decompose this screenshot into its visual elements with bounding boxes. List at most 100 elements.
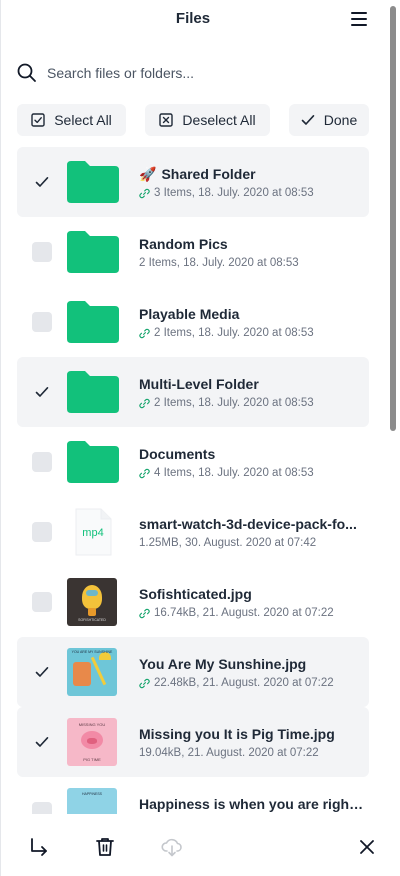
- file-list-item[interactable]: YOU ARE MY SUNSHINE You Are My Sunshine.j…: [17, 637, 369, 707]
- row-checkbox[interactable]: [32, 592, 52, 612]
- folder-icon: [67, 301, 119, 343]
- search-bar: [17, 58, 369, 88]
- move-arrow-icon[interactable]: [28, 836, 50, 858]
- item-name-text: smart-watch-3d-device-pack-fo...: [139, 516, 357, 532]
- item-name-text: Playable Media: [139, 306, 240, 322]
- item-name-text: Sofishticated.jpg: [139, 586, 252, 602]
- item-meta-text: 16.74kB, 21. August. 2020 at 07:22: [154, 607, 334, 619]
- item-name-text: Documents: [139, 446, 216, 462]
- folder-icon: [67, 441, 119, 483]
- row-checkbox[interactable]: [32, 522, 52, 542]
- item-name: You Are My Sunshine.jpg: [139, 656, 364, 672]
- item-meta: 2 Items, 18. July. 2020 at 08:53: [139, 327, 364, 339]
- checkmark-icon: [35, 736, 49, 747]
- file-list-item[interactable]: mp4 smart-watch-3d-device-pack-fo... 1.25M…: [17, 497, 369, 567]
- item-meta-text: 2 Items, 18. July. 2020 at 08:53: [139, 257, 299, 269]
- search-input[interactable]: [47, 58, 367, 88]
- item-name: Documents: [139, 446, 364, 462]
- item-meta-text: 3 Items, 18. July. 2020 at 08:53: [154, 187, 314, 199]
- row-checkbox[interactable]: [32, 382, 52, 402]
- done-button[interactable]: Done: [289, 104, 369, 136]
- scrollbar[interactable]: [389, 0, 397, 876]
- file-list-item[interactable]: HAPPINESS Happiness is when you are right…: [17, 777, 369, 814]
- item-name-text: Random Pics: [139, 236, 228, 252]
- header: Files: [1, 0, 385, 40]
- scrollbar-thumb[interactable]: [390, 6, 396, 431]
- item-meta-text: 4 Items, 18. July. 2020 at 08:53: [154, 467, 314, 479]
- folder-icon: [67, 231, 119, 273]
- item-name-text: Multi-Level Folder: [139, 376, 259, 392]
- item-name-text: Missing you It is Pig Time.jpg: [139, 726, 335, 742]
- trash-icon[interactable]: [94, 836, 116, 858]
- row-checkbox[interactable]: [32, 452, 52, 472]
- row-checkbox[interactable]: [32, 242, 52, 262]
- item-meta-text: 22.48kB, 21. August. 2020 at 07:22: [154, 677, 334, 689]
- file-list: 🚀 Shared Folder 3 Items, 18. July. 2020 at…: [17, 147, 369, 814]
- thumb-caption: YOU ARE MY SUNSHINE: [71, 650, 113, 654]
- shared-link-icon: [139, 678, 150, 688]
- item-name-text: Happiness is when you are right...: [139, 796, 364, 812]
- folder-icon: [67, 371, 119, 413]
- file-list-item[interactable]: SOFISHTICATED Sofishticated.jpg 16.74kB, 2…: [17, 567, 369, 637]
- page-title: Files: [175, 10, 211, 27]
- item-name-text: Shared Folder: [161, 166, 256, 182]
- select-all-label: Select All: [54, 112, 112, 128]
- row-checkbox[interactable]: [32, 732, 52, 752]
- rocket-icon: 🚀: [139, 166, 157, 182]
- image-thumbnail: MISSING YOU PIG TIME: [67, 718, 117, 766]
- checkmark-icon: [35, 666, 49, 677]
- checkmark-icon: [301, 114, 315, 125]
- item-name: Random Pics: [139, 236, 364, 252]
- row-checkbox[interactable]: [32, 662, 52, 682]
- item-name: Happiness is when you are right...: [139, 796, 364, 812]
- hamburger-menu-icon[interactable]: [351, 12, 369, 28]
- video-file-icon: mp4: [74, 508, 112, 556]
- file-browser-app: Files Select All Deselect All: [0, 0, 400, 876]
- checkbox-checked-icon: [31, 113, 45, 127]
- item-meta: 16.74kB, 21. August. 2020 at 07:22: [139, 607, 364, 619]
- item-name: Playable Media: [139, 306, 364, 322]
- row-checkbox[interactable]: [32, 172, 52, 192]
- shared-link-icon: [139, 468, 150, 478]
- search-icon: [17, 63, 36, 82]
- item-name: Multi-Level Folder: [139, 376, 364, 392]
- file-list-item[interactable]: 🚀 Shared Folder 3 Items, 18. July. 2020 at…: [17, 147, 369, 217]
- item-meta: 3 Items, 18. July. 2020 at 08:53: [139, 187, 364, 199]
- shared-link-icon: [139, 328, 150, 338]
- item-name: Sofishticated.jpg: [139, 586, 364, 602]
- image-thumbnail: YOU ARE MY SUNSHINE: [67, 648, 117, 696]
- deselect-all-button[interactable]: Deselect All: [145, 104, 270, 136]
- item-meta: 2 Items, 18. July. 2020 at 08:53: [139, 257, 364, 269]
- file-list-item[interactable]: Random Pics 2 Items, 18. July. 2020 at 08…: [17, 217, 369, 287]
- checkbox-x-icon: [159, 113, 174, 127]
- row-checkbox[interactable]: [32, 312, 52, 332]
- shared-link-icon: [139, 188, 150, 198]
- thumb-caption: MISSING YOU: [78, 722, 106, 727]
- file-list-item[interactable]: Documents 4 Items, 18. July. 2020 at 08:5…: [17, 427, 369, 497]
- item-name: Missing you It is Pig Time.jpg: [139, 726, 364, 742]
- file-list-item[interactable]: Multi-Level Folder 2 Items, 18. July. 202…: [17, 357, 369, 427]
- image-thumbnail: HAPPINESS: [67, 788, 117, 814]
- file-list-item[interactable]: Playable Media 2 Items, 18. July. 2020 at…: [17, 287, 369, 357]
- checkmark-icon: [35, 176, 49, 187]
- cloud-download-icon[interactable]: [161, 836, 183, 858]
- thumb-caption: HAPPINESS: [81, 792, 103, 796]
- checkmark-icon: [35, 386, 49, 397]
- item-meta-text: 2 Items, 18. July. 2020 at 08:53: [154, 327, 314, 339]
- row-checkbox[interactable]: [32, 802, 52, 814]
- item-meta: 19.04kB, 21. August. 2020 at 07:22: [139, 747, 364, 759]
- deselect-all-label: Deselect All: [182, 112, 256, 128]
- select-all-button[interactable]: Select All: [17, 104, 126, 136]
- file-ext-label: mp4: [82, 527, 104, 539]
- item-name: smart-watch-3d-device-pack-fo...: [139, 516, 364, 532]
- close-icon[interactable]: [356, 836, 378, 858]
- selection-actions: Select All Deselect All Done: [17, 104, 369, 136]
- item-name-text: You Are My Sunshine.jpg: [139, 656, 307, 672]
- folder-icon: [67, 161, 119, 203]
- shared-link-icon: [139, 398, 150, 408]
- image-thumbnail: SOFISHTICATED: [67, 578, 117, 626]
- done-label: Done: [323, 112, 358, 128]
- item-meta: 22.48kB, 21. August. 2020 at 07:22: [139, 677, 364, 689]
- file-list-item[interactable]: MISSING YOU PIG TIME Missing you It is Pig…: [17, 707, 369, 777]
- item-meta: 2 Items, 18. July. 2020 at 08:53: [139, 397, 364, 409]
